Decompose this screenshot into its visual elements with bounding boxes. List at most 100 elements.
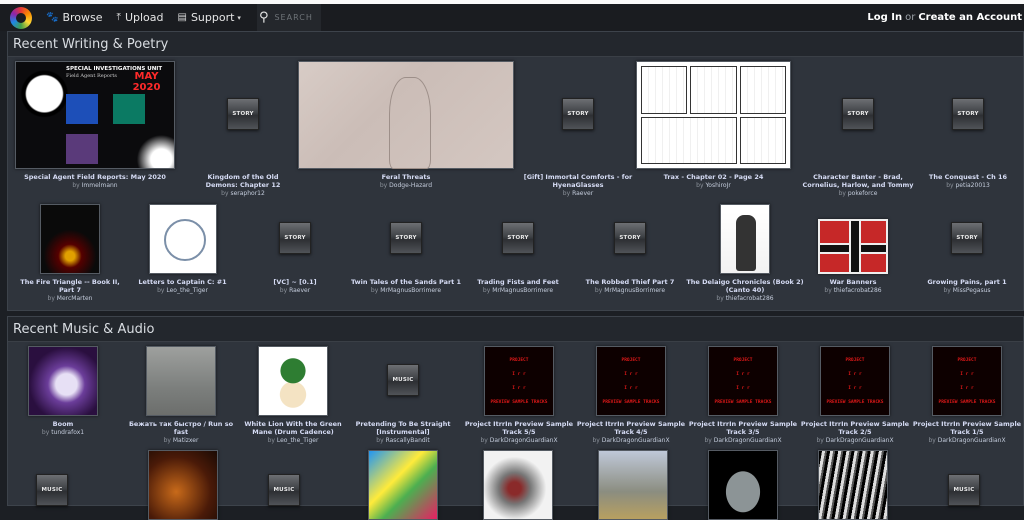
- thumbnail-image[interactable]: [708, 450, 778, 520]
- thumbnail-image[interactable]: PROJECT I r r I r r PREVIEW SAMPLE TRACKS: [932, 346, 1002, 416]
- thumbnail-link[interactable]: [130, 202, 235, 274]
- thumbnail-image[interactable]: [483, 450, 553, 520]
- search-input[interactable]: [274, 13, 315, 22]
- submission-title-link[interactable]: Growing Pains, part 1: [912, 278, 1022, 286]
- thumbnail-link[interactable]: [798, 202, 908, 274]
- author-link[interactable]: MrMagnusBorrimere: [380, 287, 441, 294]
- thumbnail-link[interactable]: STORY: [918, 59, 1018, 169]
- search-box[interactable]: ⚲: [256, 4, 321, 31]
- author-link[interactable]: Raever: [572, 190, 593, 197]
- thumbnail-link[interactable]: [636, 59, 791, 169]
- thumbnail-image[interactable]: [28, 346, 98, 416]
- thumbnail-link[interactable]: STORY: [574, 202, 686, 274]
- author-link[interactable]: MrMagnusBorrimere: [492, 287, 553, 294]
- thumbnail-link[interactable]: [8, 344, 118, 416]
- thumbnail-link[interactable]: PROJECT I r r I r r PREVIEW SAMPLE TRACKS: [575, 344, 687, 416]
- music-placeholder-icon[interactable]: MUSIC: [387, 364, 419, 396]
- submission-title-link[interactable]: Boom: [8, 420, 118, 428]
- author-link[interactable]: Immelmann: [82, 182, 118, 189]
- author-link[interactable]: DarkDragonGuardianX: [714, 437, 782, 444]
- author-link[interactable]: pokeforce: [848, 190, 878, 197]
- thumbnail-link[interactable]: STORY: [912, 202, 1022, 274]
- story-placeholder-icon[interactable]: STORY: [842, 98, 874, 130]
- submission-title-link[interactable]: Project ItrrIn Preview Sample Track 5/5: [463, 420, 575, 436]
- submission-title-link[interactable]: Character Banter - Brad, Cornelius, Harl…: [798, 173, 918, 189]
- author-link[interactable]: seraphor12: [230, 190, 264, 197]
- submission-title-link[interactable]: Special Agent Field Reports: May 2020: [15, 173, 175, 181]
- story-placeholder-icon[interactable]: STORY: [951, 222, 983, 254]
- author-link[interactable]: MrMagnusBorrimere: [604, 287, 665, 294]
- story-placeholder-icon[interactable]: STORY: [279, 222, 311, 254]
- thumbnail-image[interactable]: [298, 61, 514, 169]
- thumbnail-image[interactable]: PROJECT I r r I r r PREVIEW SAMPLE TRACKS: [820, 346, 890, 416]
- thumbnail-link[interactable]: PROJECT I r r I r r PREVIEW SAMPLE TRACKS: [687, 344, 799, 416]
- thumbnail-image[interactable]: PROJECT I r r I r r PREVIEW SAMPLE TRACKS: [484, 346, 554, 416]
- thumbnail-link[interactable]: STORY: [193, 59, 293, 169]
- submission-title-link[interactable]: The Robbed Thief Part 7: [574, 278, 686, 286]
- thumbnail-link[interactable]: STORY: [240, 202, 350, 274]
- story-placeholder-icon[interactable]: STORY: [562, 98, 594, 130]
- nav-browse[interactable]: 🐾 Browse: [46, 11, 103, 24]
- thumbnail-link[interactable]: [680, 202, 810, 274]
- story-placeholder-icon[interactable]: STORY: [952, 98, 984, 130]
- author-link[interactable]: thiefacrobat286: [726, 295, 774, 302]
- submission-title-link[interactable]: [Gift] Immortal Comforts - for HyenaGlas…: [518, 173, 638, 189]
- music-placeholder-icon[interactable]: MUSIC: [36, 474, 68, 506]
- search-icon[interactable]: ⚲: [259, 10, 269, 25]
- author-link[interactable]: DarkDragonGuardianX: [602, 437, 670, 444]
- submission-title-link[interactable]: Pretending To Be Straight [Instrumental]: [348, 420, 458, 436]
- author-link[interactable]: Leo_the_Tiger: [277, 437, 319, 444]
- author-link[interactable]: Raever: [289, 287, 310, 294]
- create-account-link[interactable]: Create an Account: [918, 12, 1022, 23]
- author-link[interactable]: tundrafox1: [51, 429, 84, 436]
- music-placeholder-icon[interactable]: MUSIC: [948, 474, 980, 506]
- submission-title-link[interactable]: The Conquest - Ch 16: [918, 173, 1018, 181]
- thumbnail-image[interactable]: PROJECT I r r I r r PREVIEW SAMPLE TRACKS: [708, 346, 778, 416]
- submission-title-link[interactable]: [VC] ~ [0.1]: [240, 278, 350, 286]
- thumbnail-image[interactable]: [636, 61, 791, 169]
- submission-title-link[interactable]: Trax - Chapter 02 - Page 24: [636, 173, 791, 181]
- thumbnail-link[interactable]: STORY: [798, 59, 918, 169]
- thumbnail-link[interactable]: MUSIC: [348, 344, 458, 416]
- thumbnail-image[interactable]: SPECIAL INVESTIGATIONS UNIT Field Agent R…: [15, 61, 175, 169]
- thumbnail-image[interactable]: [148, 204, 217, 274]
- thumbnail-link[interactable]: STORY: [462, 202, 574, 274]
- author-link[interactable]: Leo_the_Tiger: [166, 287, 208, 294]
- author-link[interactable]: RascallyBandit: [386, 437, 430, 444]
- login-link[interactable]: Log In: [867, 12, 902, 23]
- author-link[interactable]: MissPegasus: [953, 287, 991, 294]
- thumbnail-link[interactable]: PROJECT I r r I r r PREVIEW SAMPLE TRACKS: [911, 344, 1023, 416]
- nav-support[interactable]: ▤ Support ▾: [177, 11, 244, 24]
- submission-title-link[interactable]: The Fire Triangle -- Book II, Part 7: [15, 278, 125, 294]
- thumbnail-link[interactable]: [15, 202, 125, 274]
- story-placeholder-icon[interactable]: STORY: [227, 98, 259, 130]
- thumbnail-link[interactable]: [125, 344, 237, 416]
- author-link[interactable]: Dodge-Hazard: [389, 182, 432, 189]
- thumbnail-image[interactable]: [818, 219, 888, 274]
- author-link[interactable]: YoshiroJr: [705, 182, 730, 189]
- submission-title-link[interactable]: Trading Fists and Feet: [462, 278, 574, 286]
- author-link[interactable]: thiefacrobat286: [834, 287, 882, 294]
- thumbnail-link[interactable]: SPECIAL INVESTIGATIONS UNIT Field Agent R…: [15, 59, 175, 169]
- submission-title-link[interactable]: White Lion With the Green Mane (Drum Cad…: [238, 420, 348, 436]
- submission-title-link[interactable]: Twin Tales of the Sands Part 1: [350, 278, 462, 286]
- thumbnail-link[interactable]: [238, 344, 348, 416]
- author-link[interactable]: petia20013: [955, 182, 989, 189]
- thumbnail-image[interactable]: [40, 204, 100, 274]
- music-placeholder-icon[interactable]: MUSIC: [268, 474, 300, 506]
- nav-upload[interactable]: ⤒ Upload: [117, 11, 164, 24]
- thumbnail-link[interactable]: PROJECT I r r I r r PREVIEW SAMPLE TRACKS: [799, 344, 911, 416]
- submission-title-link[interactable]: Бежать так быстро / Run so fast: [125, 420, 237, 436]
- submission-title-link[interactable]: Project ItrrIn Preview Sample Track 2/5: [799, 420, 911, 436]
- submission-title-link[interactable]: Feral Threats: [298, 173, 514, 181]
- story-placeholder-icon[interactable]: STORY: [502, 222, 534, 254]
- author-link[interactable]: MercMarten: [57, 295, 93, 302]
- submission-title-link[interactable]: Kingdom of the Old Demons: Chapter 12: [193, 173, 293, 189]
- thumbnail-image[interactable]: [598, 450, 668, 520]
- story-placeholder-icon[interactable]: STORY: [614, 222, 646, 254]
- thumbnail-image[interactable]: [146, 346, 216, 416]
- thumbnail-image[interactable]: PROJECT I r r I r r PREVIEW SAMPLE TRACKS: [596, 346, 666, 416]
- thumbnail-link[interactable]: [298, 59, 514, 169]
- author-link[interactable]: DarkDragonGuardianX: [938, 437, 1006, 444]
- thumbnail-link[interactable]: STORY: [518, 59, 638, 169]
